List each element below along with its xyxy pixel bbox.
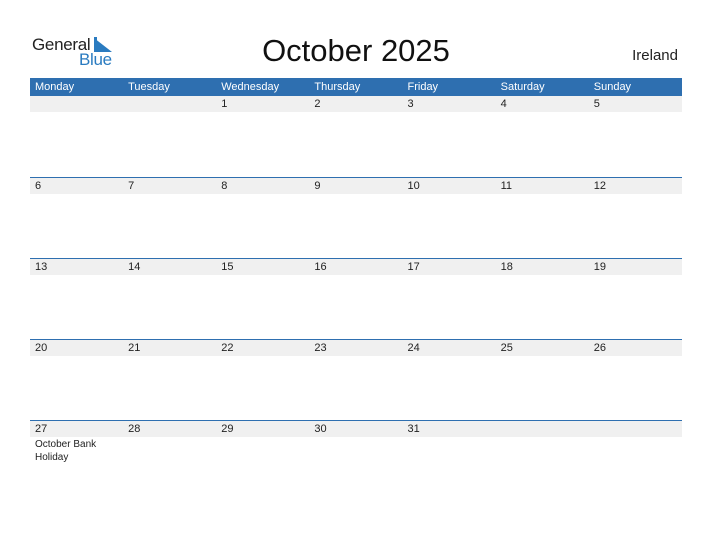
weekday-sunday: Sunday xyxy=(593,81,632,93)
holiday-label xyxy=(403,112,496,113)
calendar-grid: Monday Tuesday Wednesday Thursday Friday… xyxy=(30,78,682,501)
holiday-label xyxy=(216,356,309,357)
holiday-label xyxy=(403,356,496,357)
holiday-label xyxy=(30,275,123,276)
weekday-monday: Monday xyxy=(35,81,75,93)
holiday-label xyxy=(123,112,216,113)
day-number: 21 xyxy=(128,342,141,354)
week-row: 6 7 8 9 10 11 12 xyxy=(30,177,682,258)
holiday-label xyxy=(403,437,496,464)
weekday-friday: Friday xyxy=(407,81,439,93)
weekday-saturday: Saturday xyxy=(500,81,545,93)
holiday-label xyxy=(30,356,123,357)
day-number: 17 xyxy=(407,261,420,273)
weekday-thursday: Thursday xyxy=(314,81,361,93)
day-number: 24 xyxy=(407,342,420,354)
day-number xyxy=(30,96,123,112)
day-number: 30 xyxy=(314,423,327,435)
day-number: 25 xyxy=(500,342,513,354)
holiday-label: October Bank Holiday xyxy=(35,439,97,463)
holiday-label xyxy=(403,194,496,195)
holiday-label xyxy=(496,194,589,195)
day-number: 16 xyxy=(314,261,327,273)
day-number: 22 xyxy=(221,342,234,354)
week-row: 20 21 22 23 24 25 26 xyxy=(30,339,682,420)
day-number: 9 xyxy=(314,180,321,192)
event-row xyxy=(30,194,682,195)
day-number: 19 xyxy=(593,261,606,273)
holiday-label xyxy=(403,275,496,276)
holiday-label xyxy=(216,112,309,113)
day-number-strip: 27 28 29 30 31 xyxy=(30,421,682,437)
week-row: 27 28 29 30 31 October Bank Holiday xyxy=(30,420,682,501)
day-number-strip: 6 7 8 9 10 11 12 xyxy=(30,178,682,194)
holiday-label xyxy=(123,275,216,276)
holiday-label xyxy=(309,356,402,357)
holiday-label xyxy=(496,112,589,113)
event-row xyxy=(30,275,682,276)
holiday-label xyxy=(309,112,402,113)
day-number: 6 xyxy=(35,180,42,192)
day-number: 31 xyxy=(407,423,420,435)
day-number: 28 xyxy=(128,423,141,435)
day-number: 15 xyxy=(221,261,234,273)
day-number: 8 xyxy=(221,180,228,192)
holiday-label xyxy=(216,275,309,276)
day-number: 4 xyxy=(500,98,507,110)
holiday-label xyxy=(123,356,216,357)
day-number: 14 xyxy=(128,261,141,273)
day-number: 12 xyxy=(593,180,606,192)
country-label: Ireland xyxy=(632,47,678,64)
holiday-label xyxy=(216,194,309,195)
holiday-label xyxy=(589,356,682,357)
holiday-label xyxy=(216,437,309,464)
day-number: 1 xyxy=(221,98,228,110)
event-row xyxy=(30,356,682,357)
holiday-label xyxy=(589,275,682,276)
holiday-label xyxy=(309,437,402,464)
holiday-label xyxy=(589,112,682,113)
week-row: 13 14 15 16 17 18 19 xyxy=(30,258,682,339)
week-row: 1 2 3 4 5 xyxy=(30,96,682,177)
holiday-label xyxy=(496,275,589,276)
day-number xyxy=(589,421,682,437)
day-number: 13 xyxy=(35,261,48,273)
holiday-label xyxy=(123,194,216,195)
day-number-strip: 20 21 22 23 24 25 26 xyxy=(30,340,682,356)
day-number xyxy=(496,421,589,437)
day-number-strip: 1 2 3 4 5 xyxy=(30,96,682,112)
day-number: 27 xyxy=(35,423,48,435)
holiday-label xyxy=(30,194,123,195)
day-number: 11 xyxy=(500,180,513,192)
weekday-tuesday: Tuesday xyxy=(128,81,170,93)
page-title: October 2025 xyxy=(262,33,450,68)
event-row xyxy=(30,112,682,113)
day-number: 26 xyxy=(593,342,606,354)
day-number: 20 xyxy=(35,342,48,354)
holiday-label xyxy=(30,112,123,113)
day-number: 7 xyxy=(128,180,135,192)
day-number: 5 xyxy=(593,98,600,110)
holiday-label xyxy=(589,194,682,195)
holiday-label xyxy=(589,437,682,464)
holiday-label xyxy=(309,194,402,195)
day-number: 18 xyxy=(500,261,513,273)
day-number: 2 xyxy=(314,98,321,110)
day-number: 10 xyxy=(407,180,420,192)
holiday-label xyxy=(496,356,589,357)
event-row: October Bank Holiday xyxy=(30,437,682,464)
holiday-label xyxy=(496,437,589,464)
day-number xyxy=(123,96,216,112)
holiday-label xyxy=(123,437,216,464)
weekday-header: Monday Tuesday Wednesday Thursday Friday… xyxy=(30,78,682,96)
day-number: 3 xyxy=(407,98,414,110)
day-number-strip: 13 14 15 16 17 18 19 xyxy=(30,259,682,275)
day-number: 29 xyxy=(221,423,234,435)
weekday-wednesday: Wednesday xyxy=(221,81,280,93)
holiday-label xyxy=(309,275,402,276)
day-number: 23 xyxy=(314,342,327,354)
